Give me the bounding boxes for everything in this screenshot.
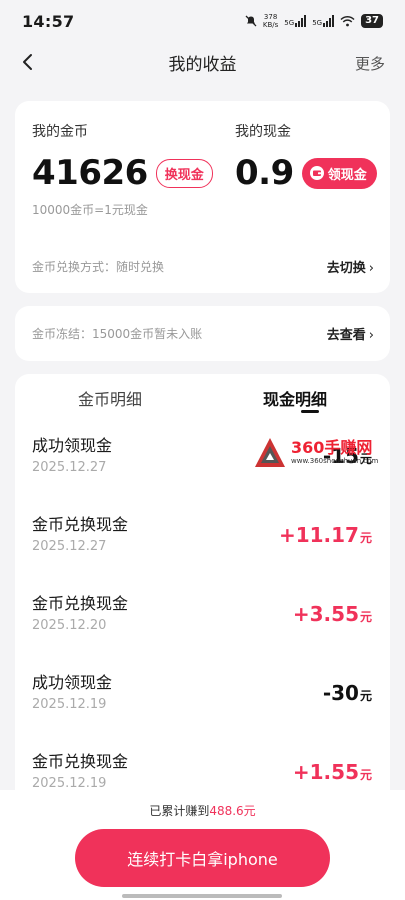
chevron-right-icon: › <box>368 261 374 276</box>
mute-bell-icon <box>245 15 257 27</box>
cash-balance: 我的现金 0.9 领现金 <box>235 121 377 193</box>
chevron-right-icon: › <box>368 328 374 343</box>
withdraw-cash-button[interactable]: 领现金 <box>301 157 377 189</box>
network-speed: 378 KB/s <box>262 13 279 29</box>
transaction-row[interactable]: 成功领现金 2025.12.19 -30元 <box>15 669 390 747</box>
transaction-title: 成功领现金 <box>32 436 113 455</box>
transaction-title: 金币兑换现金 <box>32 515 129 534</box>
transaction-row[interactable]: 金币兑换现金 2025.12.20 +3.55元 <box>15 590 390 668</box>
exchange-cash-button[interactable]: 换现金 <box>155 158 213 188</box>
details-tabs: 金币明细 现金明细 <box>15 374 390 424</box>
transaction-amount: +3.55元 <box>292 602 372 626</box>
tab-coin-details[interactable]: 金币明细 <box>78 386 142 410</box>
exchange-method-row: 金币兑换方式：随时兑换 去切换 › <box>32 257 374 276</box>
home-indicator <box>122 894 282 898</box>
status-icons: 378 KB/s 5G 5G 37 <box>245 13 383 29</box>
cash-label: 我的现金 <box>235 124 291 140</box>
signal-icon: 5G <box>284 15 307 27</box>
accumulated-value: 488.6元 <box>209 804 256 818</box>
transaction-row[interactable]: 金币兑换现金 2025.12.27 +11.17元 <box>15 511 390 589</box>
page-header: 我的收益 更多 <box>0 42 405 82</box>
transaction-amount: +11.17元 <box>278 523 372 547</box>
freeze-label: 金币冻结：15000金币暂未入账 <box>32 327 203 341</box>
coin-label: 我的金币 <box>32 124 88 140</box>
status-bar: 14:57 378 KB/s 5G 5G 37 <box>0 0 405 42</box>
withdraw-cash-label: 领现金 <box>327 167 367 183</box>
active-tab-indicator <box>301 410 319 413</box>
transaction-title: 金币兑换现金 <box>32 752 129 771</box>
status-time: 14:57 <box>22 11 75 31</box>
transaction-title: 金币兑换现金 <box>32 594 129 613</box>
exchange-rate: 10000金币=1元现金 <box>32 203 148 217</box>
coin-value: 41626 <box>32 153 148 193</box>
bottom-panel: 已累计赚到488.6元 连续打卡白拿iphone <box>0 790 405 900</box>
watermark-title: 360手赚网 <box>291 438 373 457</box>
transaction-amount: -30元 <box>322 681 372 705</box>
page-title: 我的收益 <box>168 54 237 75</box>
transaction-title: 成功领现金 <box>32 673 113 692</box>
watermark: 360手赚网 www.360shouzhuan.com <box>253 432 390 474</box>
transaction-date: 2025.12.19 <box>32 776 107 791</box>
signal-icon: 5G <box>312 15 335 27</box>
view-freeze-button[interactable]: 去查看 › <box>327 324 374 343</box>
balance-card: 我的金币 41626 换现金 我的现金 0.9 领现金 10000金币=1元现金… <box>15 101 390 293</box>
switch-method-button[interactable]: 去切换 › <box>327 257 374 276</box>
watermark-url: www.360shouzhuan.com <box>291 457 379 465</box>
accumulated-earnings: 已累计赚到488.6元 <box>149 804 256 818</box>
more-button[interactable]: 更多 <box>355 53 385 74</box>
exchange-method-label: 金币兑换方式：随时兑换 <box>32 260 165 274</box>
wifi-icon <box>340 15 355 27</box>
wallet-icon <box>309 166 324 180</box>
checkin-cta-button[interactable]: 连续打卡白拿iphone <box>75 829 330 887</box>
battery-icon: 37 <box>361 14 383 28</box>
transaction-date: 2025.12.19 <box>32 697 107 712</box>
transaction-amount: +1.55元 <box>292 760 372 784</box>
freeze-card: 金币冻结：15000金币暂未入账 去查看 › <box>15 306 390 361</box>
cash-value: 0.9 <box>235 153 294 193</box>
transaction-date: 2025.12.27 <box>32 539 107 554</box>
watermark-logo-icon <box>255 438 285 467</box>
back-icon[interactable] <box>18 52 38 72</box>
transaction-date: 2025.12.27 <box>32 460 107 475</box>
transaction-date: 2025.12.20 <box>32 618 107 633</box>
coin-balance: 我的金币 41626 换现金 <box>32 121 213 193</box>
tab-cash-details[interactable]: 现金明细 <box>263 386 327 410</box>
